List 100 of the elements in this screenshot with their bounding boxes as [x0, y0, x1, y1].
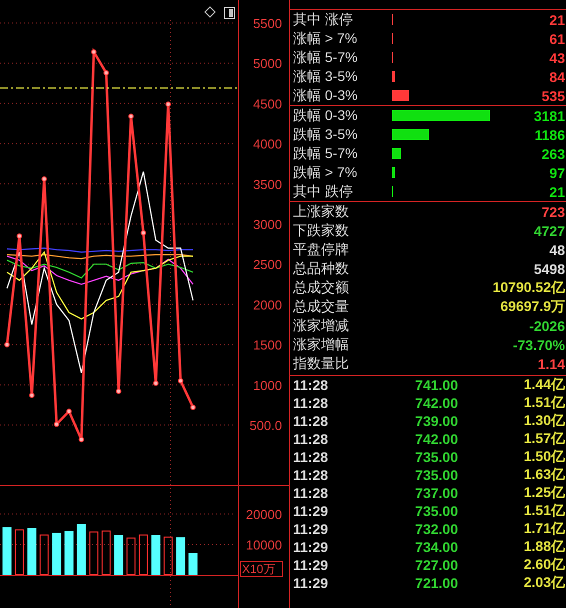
count-value: 43 [548, 50, 565, 66]
row-label: 跌幅 5-7% [293, 144, 359, 162]
tick-price: 735.00 [414, 467, 458, 483]
row-label: 跌幅 0-3% [293, 106, 359, 124]
volume-bar [138, 534, 148, 575]
panel-toggle-icon[interactable] [224, 7, 235, 19]
axis-label: 1000 [253, 378, 282, 393]
count-value: 263 [540, 146, 565, 162]
tick-price: 742.00 [414, 395, 458, 411]
axis-label: 3000 [253, 217, 282, 232]
axis-label: 1500 [253, 338, 282, 353]
tick-price: 732.00 [414, 521, 458, 537]
tick-amount: 1.25亿 [522, 484, 565, 502]
count-value: 21 [548, 184, 565, 200]
data-point [66, 408, 72, 414]
tick-price: 742.00 [414, 431, 458, 447]
stat-label: 下跌家数 [293, 222, 350, 240]
count-value: 84 [548, 68, 565, 84]
tick-time: 11:29 [293, 521, 330, 537]
tick-amount: 2.03亿 [522, 574, 565, 592]
data-point [29, 392, 34, 398]
data-point [178, 378, 184, 384]
stat-value: -2026 [528, 318, 565, 334]
data-point [166, 102, 171, 107]
axis-label: 5500 [253, 16, 282, 31]
tick-price: 735.00 [414, 449, 458, 465]
volume-bar [14, 529, 24, 575]
axis-label: 2000 [253, 297, 282, 312]
diamond-icon[interactable] [204, 6, 216, 18]
tick-price: 737.00 [414, 485, 458, 501]
tick-price: 735.00 [414, 503, 458, 519]
stat-value: 723 [540, 204, 565, 220]
tick-time: 11:29 [293, 539, 330, 555]
unit-label: X10万 [240, 561, 283, 577]
tick-amount: 1.71亿 [522, 520, 565, 538]
y-axis-title: X10万 [242, 562, 276, 576]
axis-label: 2500 [253, 257, 282, 272]
stat-value: 10790.52亿 [492, 278, 565, 296]
data-point [140, 230, 146, 236]
count-value: 1186 [534, 126, 565, 142]
tick-price: 727.00 [414, 557, 458, 573]
row-label: 涨幅 > 7% [293, 30, 358, 48]
tick-amount: 1.88亿 [522, 538, 565, 556]
axis-label: 4000 [253, 136, 282, 152]
axis-label: 20000 [246, 506, 282, 522]
stat-label: 总成交额 [293, 278, 350, 296]
row-label: 跌幅 3-5% [293, 126, 359, 144]
volume-bar [40, 534, 49, 575]
tick-amount: 2.60亿 [522, 556, 565, 574]
volume-bar [76, 524, 86, 575]
stat-value: 48 [548, 242, 565, 258]
tick-amount: 1.63亿 [522, 466, 565, 484]
axis-label: 4500 [253, 96, 282, 112]
data-point [104, 70, 109, 76]
row-label: 跌幅 > 7% [293, 164, 358, 182]
tick-time: 11:28 [293, 467, 330, 483]
volume-bar [27, 528, 36, 575]
volume-bar [126, 538, 136, 575]
volume-bar [151, 535, 160, 575]
data-point [78, 436, 84, 442]
row-label: 其中 涨停 [293, 10, 354, 28]
tick-time: 11:28 [293, 377, 330, 393]
count-value: 3181 [532, 108, 565, 124]
axis-label: 3500 [253, 176, 282, 192]
volume-bar [102, 530, 111, 575]
volume-bar [188, 553, 198, 575]
data-point [54, 422, 60, 427]
tick-amount: 1.51亿 [522, 502, 565, 520]
stat-value: 1.14 [536, 356, 565, 372]
tick-time: 11:28 [293, 431, 330, 447]
count-value: 61 [548, 30, 565, 46]
volume-bar [114, 535, 124, 575]
tick-amount: 1.51亿 [522, 394, 565, 412]
row-label: 其中 跌停 [293, 182, 354, 200]
row-label: 涨幅 5-7% [293, 48, 359, 66]
tick-price: 741.00 [414, 377, 458, 393]
tick-price: 739.00 [414, 413, 458, 429]
tick-time: 11:29 [293, 557, 330, 573]
volume-bar [164, 536, 173, 575]
stat-value: 4727 [532, 222, 565, 238]
tick-amount: 1.50亿 [522, 448, 565, 466]
data-point [42, 176, 47, 182]
tick-time: 11:28 [293, 395, 330, 411]
data-point [153, 380, 158, 386]
tick-amount: 1.57亿 [522, 430, 565, 448]
stat-label: 指数量比 [293, 354, 350, 372]
data-point [190, 404, 196, 410]
row-label: 涨幅 3-5% [293, 68, 359, 86]
axis-label: 10000 [246, 538, 282, 552]
stat-value: 5498 [532, 260, 565, 276]
tick-time: 11:29 [293, 575, 330, 591]
tick-price: 721.00 [414, 575, 458, 591]
data-point [16, 233, 22, 239]
tick-time: 11:28 [293, 485, 330, 501]
tick-amount: 1.30亿 [522, 412, 565, 430]
stat-label: 平盘停牌 [293, 240, 350, 258]
count-value: 97 [548, 164, 565, 180]
axis-label: 5000 [253, 56, 282, 72]
axis-label: 500.0 [249, 418, 282, 434]
stat-label: 总品种数 [293, 260, 350, 278]
